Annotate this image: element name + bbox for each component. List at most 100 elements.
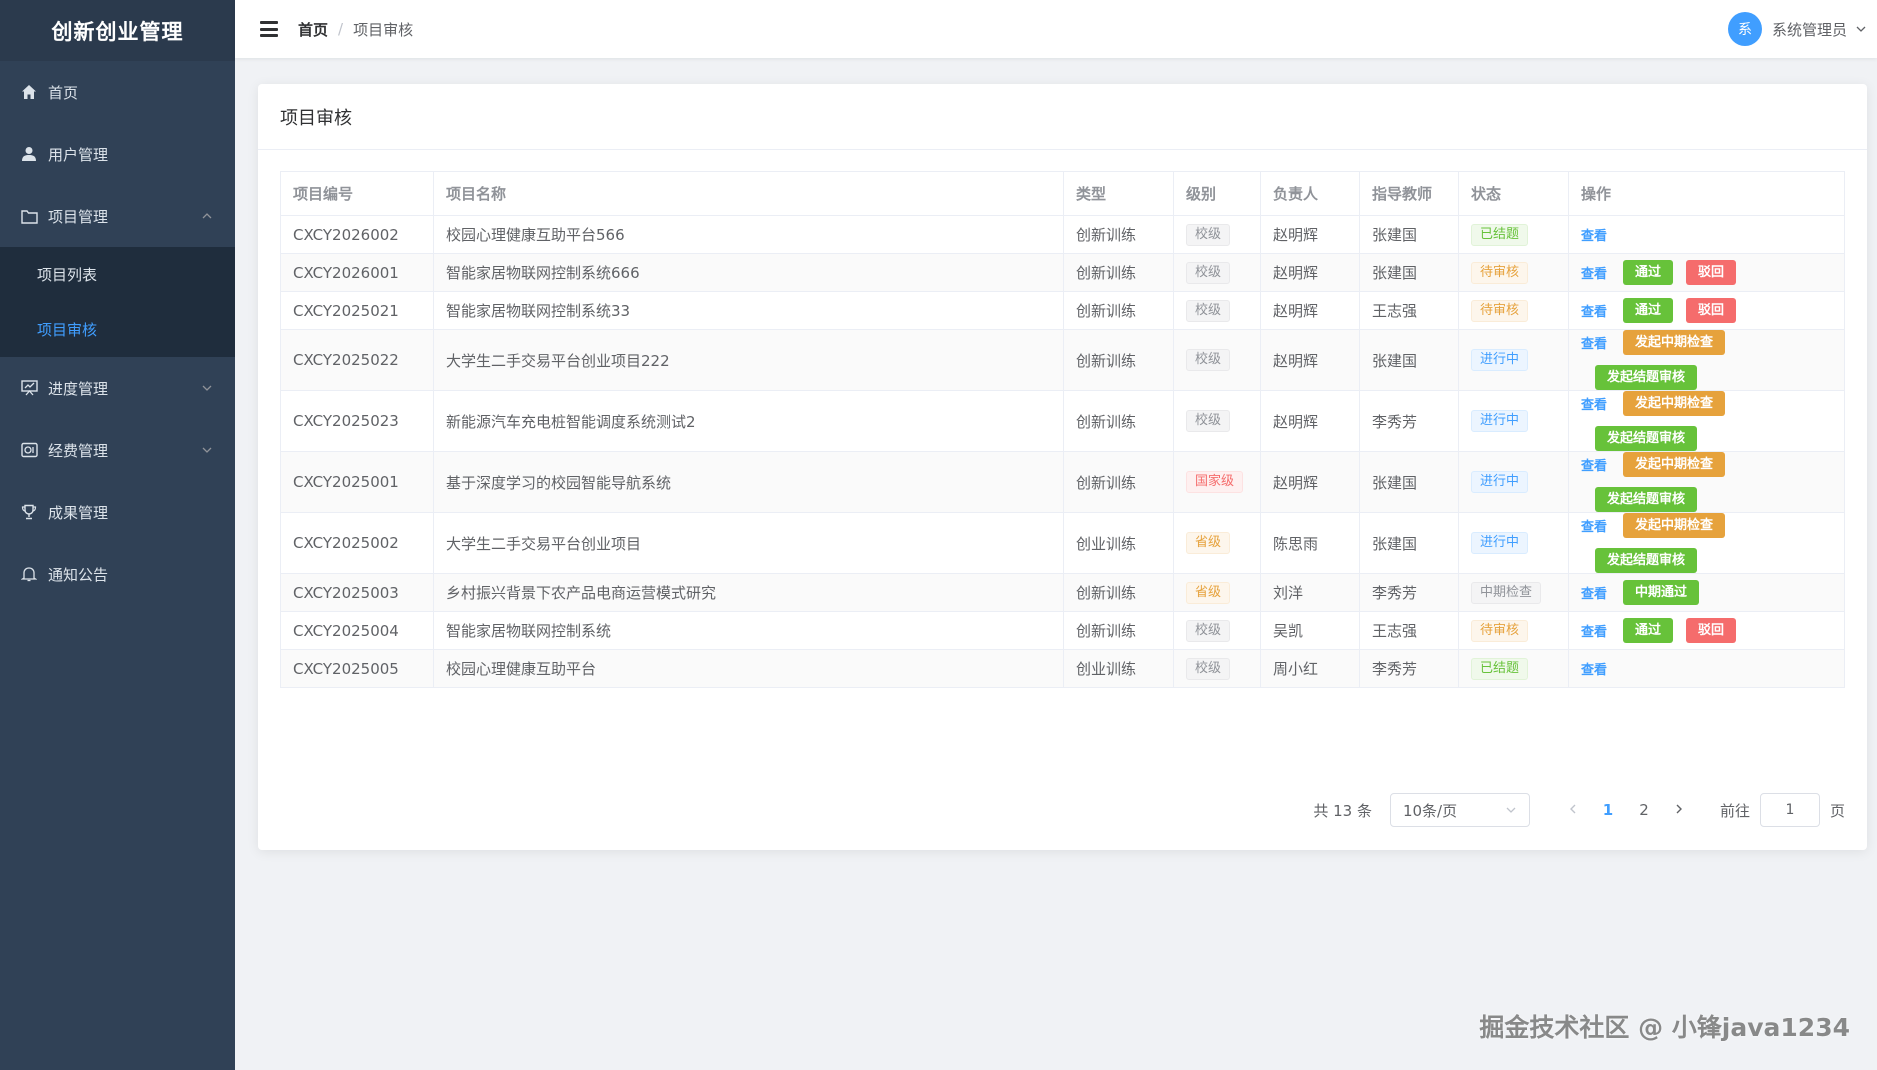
level-badge: 国家级 [1186, 471, 1244, 493]
table-row: CXCY2026002 校园心理健康互助平台566 创新训练 校级 赵明辉 张建国 已结题 查… [280, 215, 1845, 254]
project-name-cell: 校园心理健康互助平台566 [433, 215, 1064, 254]
project-code-cell: CXCY2025021 [280, 291, 434, 330]
project-leader-cell: 赵明辉 [1260, 451, 1360, 513]
approve-button[interactable]: 通过 [1623, 618, 1674, 643]
sidebar-item-home[interactable]: 首页 [0, 61, 235, 123]
start-midterm-check-button[interactable]: 发起中期检查 [1623, 330, 1726, 355]
project-status-cell: 中期检查 [1458, 573, 1569, 612]
start-midterm-check-button[interactable]: 发起中期检查 [1623, 452, 1726, 477]
view-link[interactable]: 查看 [1581, 225, 1607, 244]
column-header: 项目编号 [280, 171, 434, 216]
view-link[interactable]: 查看 [1581, 301, 1607, 320]
view-link[interactable]: 查看 [1581, 394, 1607, 413]
start-final-review-button[interactable]: 发起结题审核 [1595, 365, 1698, 390]
project-table: 项目编号 项目名称 类型 级别 负责人 指导教师 状态 操作 CXCY2026002 校园心理健… [280, 171, 1845, 688]
prev-page-button[interactable] [1558, 801, 1588, 819]
page-size-value: 10条/页 [1402, 801, 1458, 820]
start-final-review-button[interactable]: 发起结题审核 [1595, 426, 1698, 451]
column-header: 指导教师 [1359, 171, 1459, 216]
table-row: CXCY2025022 大学生二手交易平台创业项目222 创新训练 校级 赵明辉 张建国进… [280, 329, 1845, 391]
pagination-total: 共 13 条 [1313, 801, 1372, 820]
sidebar-item-funds[interactable]: 经费管理 [0, 419, 235, 481]
start-final-review-button[interactable]: 发起结题审核 [1595, 548, 1698, 573]
sidebar-item-label: 首页 [48, 83, 79, 102]
project-code-cell: CXCY2026001 [280, 253, 434, 292]
view-link[interactable]: 查看 [1581, 659, 1607, 678]
project-level-cell: 校级 [1173, 253, 1261, 292]
approve-button[interactable]: 通过 [1623, 298, 1674, 323]
goto-page-input[interactable] [1759, 793, 1820, 827]
project-code-cell: CXCY2025022 [280, 329, 434, 391]
sidebar-item-notices[interactable]: 通知公告 [0, 543, 235, 605]
hamburger-menu-icon[interactable] [260, 21, 278, 37]
project-level-cell: 校级 [1173, 329, 1261, 391]
project-level-cell: 校级 [1173, 291, 1261, 330]
project-leader-cell: 赵明辉 [1260, 291, 1360, 330]
project-actions-cell: 查看 [1568, 649, 1845, 688]
view-link[interactable]: 查看 [1581, 516, 1607, 535]
page-number-2[interactable]: 2 [1629, 801, 1659, 819]
progress-icon [20, 379, 38, 397]
project-name-cell: 乡村振兴背景下农产品电商运营模式研究 [433, 573, 1064, 612]
level-badge: 校级 [1186, 299, 1231, 322]
view-link[interactable]: 查看 [1581, 263, 1607, 282]
project-teacher-cell: 王志强 [1359, 291, 1459, 330]
next-page-button[interactable] [1664, 801, 1694, 819]
reject-button[interactable]: 驳回 [1686, 298, 1737, 323]
status-badge: 已结题 [1471, 223, 1529, 246]
project-teacher-cell: 张建国 [1359, 512, 1459, 574]
chevron-down-icon [202, 447, 212, 453]
sidebar-item-label: 通知公告 [48, 565, 109, 584]
level-badge: 校级 [1186, 261, 1231, 284]
status-badge: 进行中 [1471, 410, 1529, 432]
reject-button[interactable]: 驳回 [1686, 260, 1737, 285]
start-midterm-check-button[interactable]: 发起中期检查 [1623, 391, 1726, 416]
status-badge: 进行中 [1471, 471, 1529, 493]
project-code-cell: CXCY2025005 [280, 649, 434, 688]
reject-button[interactable]: 驳回 [1686, 618, 1737, 643]
project-level-cell: 省级 [1173, 573, 1261, 612]
trophy-icon [20, 503, 38, 521]
project-code-cell: CXCY2025001 [280, 451, 434, 513]
watermark: 掘金技术社区 @ 小锋java1234 [1479, 1013, 1850, 1042]
page-size-select[interactable]: 10条/页 [1389, 793, 1530, 827]
view-link[interactable]: 查看 [1581, 455, 1607, 474]
project-leader-cell: 赵明辉 [1260, 329, 1360, 391]
user-dropdown[interactable]: 系 系统管理员 [1727, 0, 1867, 58]
sidebar-item-users[interactable]: 用户管理 [0, 123, 235, 185]
midterm-approve-button[interactable]: 中期通过 [1623, 580, 1700, 605]
project-teacher-cell: 张建国 [1359, 253, 1459, 292]
sidebar: 创新创业管理 首页 用户管理 项目管理 项目列表 项目审核 进度管理 经费管理 … [0, 0, 235, 1070]
start-midterm-check-button[interactable]: 发起中期检查 [1623, 513, 1726, 538]
column-header: 状态 [1458, 171, 1569, 216]
sidebar-subitem-project-review[interactable]: 项目审核 [0, 302, 235, 357]
sidebar-subitem-project-list[interactable]: 项目列表 [0, 247, 235, 302]
project-teacher-cell: 李秀芳 [1359, 573, 1459, 612]
status-badge: 进行中 [1471, 532, 1529, 554]
approve-button[interactable]: 通过 [1623, 260, 1674, 285]
top-navbar: 首页 / 项目审核 系 系统管理员 [235, 0, 1877, 58]
goto-label: 前往 [1719, 801, 1750, 820]
view-link[interactable]: 查看 [1581, 621, 1607, 640]
project-name-cell: 校园心理健康互助平台 [433, 649, 1064, 688]
project-teacher-cell: 李秀芳 [1359, 390, 1459, 452]
project-name-cell: 新能源汽车充电桩智能调度系统测试2 [433, 390, 1064, 452]
view-link[interactable]: 查看 [1581, 333, 1607, 352]
project-actions-cell: 查看 通过 驳回 [1568, 291, 1845, 330]
status-badge: 待审核 [1471, 299, 1529, 322]
project-type-cell: 创新训练 [1063, 611, 1174, 650]
pagination: 共 13 条 10条/页 1 2 前往 页 [1313, 793, 1845, 827]
project-leader-cell: 陈思雨 [1260, 512, 1360, 574]
project-type-cell: 创新训练 [1063, 329, 1174, 391]
sidebar-item-achievements[interactable]: 成果管理 [0, 481, 235, 543]
breadcrumb-home[interactable]: 首页 [298, 19, 328, 40]
page-number-1[interactable]: 1 [1593, 801, 1623, 819]
sidebar-item-projects[interactable]: 项目管理 [0, 185, 235, 247]
view-link[interactable]: 查看 [1581, 583, 1607, 602]
start-final-review-button[interactable]: 发起结题审核 [1595, 487, 1698, 512]
sidebar-item-progress[interactable]: 进度管理 [0, 357, 235, 419]
project-leader-cell: 刘洋 [1260, 573, 1360, 612]
project-leader-cell: 赵明辉 [1260, 253, 1360, 292]
project-leader-cell: 赵明辉 [1260, 215, 1360, 254]
status-badge: 已结题 [1471, 657, 1529, 680]
